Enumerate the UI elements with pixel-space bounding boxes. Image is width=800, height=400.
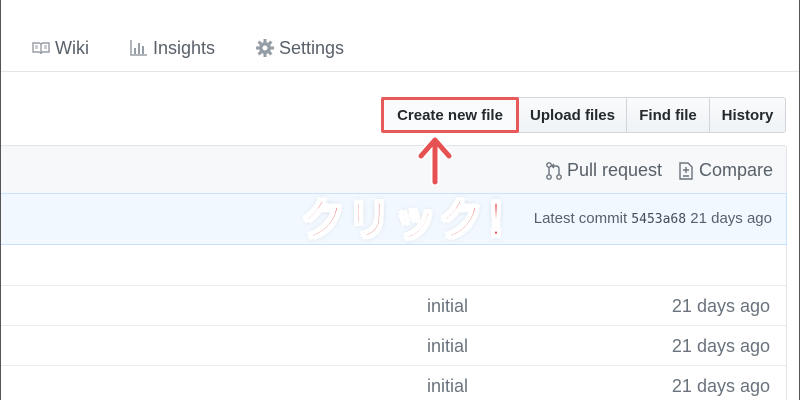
- commit-sha-link[interactable]: 5453a68: [631, 212, 686, 227]
- file-age: 21 days ago: [671, 376, 770, 396]
- latest-commit-prefix: Latest commit: [533, 210, 628, 227]
- file-list: initial 21 days ago initial 21 days ago …: [1, 245, 787, 400]
- tab-settings-label: Settings: [279, 37, 345, 58]
- parent-dir-row: [1, 245, 786, 285]
- tab-insights[interactable]: Insights: [129, 36, 215, 60]
- tab-wiki[interactable]: Wiki: [31, 36, 89, 60]
- tab-settings[interactable]: Settings: [255, 36, 344, 60]
- commit-age: 21 days ago: [690, 210, 772, 227]
- repo-page: Wiki Insights Settings Create new file U…: [0, 0, 800, 400]
- gear-icon: [255, 38, 275, 58]
- book-icon: [31, 38, 51, 58]
- tab-insights-label: Insights: [153, 37, 216, 58]
- annotation-label: クリック！: [300, 194, 531, 247]
- compare-icon: [679, 161, 693, 180]
- pull-request-icon: [546, 161, 562, 180]
- create-new-file-button[interactable]: Create new file: [381, 97, 519, 133]
- compare-label: Compare: [699, 160, 774, 180]
- history-button[interactable]: History: [709, 97, 786, 133]
- file-age: 21 days ago: [671, 336, 770, 356]
- repo-nav: Wiki Insights Settings: [1, 0, 799, 72]
- commit-message-link[interactable]: initial: [427, 296, 468, 317]
- pull-request-link[interactable]: Pull request: [545, 160, 662, 181]
- latest-commit-text: Latest commit 5453a68 21 days ago: [534, 210, 772, 227]
- commit-message-link[interactable]: initial: [427, 336, 468, 357]
- commit-message-link[interactable]: initial: [427, 376, 468, 397]
- pull-request-label: Pull request: [567, 160, 663, 180]
- find-file-button[interactable]: Find file: [626, 97, 710, 133]
- table-row: initial 21 days ago: [1, 285, 786, 325]
- compare-link[interactable]: Compare: [677, 160, 773, 181]
- annotation-arrow-icon: [417, 136, 453, 186]
- file-actions: Create new file Upload files Find file H…: [381, 97, 786, 133]
- upload-files-button[interactable]: Upload files: [518, 97, 627, 133]
- table-row: initial 21 days ago: [1, 365, 786, 400]
- table-row: initial 21 days ago: [1, 325, 786, 365]
- file-age: 21 days ago: [671, 296, 770, 316]
- graph-icon: [129, 38, 149, 58]
- tab-wiki-label: Wiki: [55, 37, 89, 58]
